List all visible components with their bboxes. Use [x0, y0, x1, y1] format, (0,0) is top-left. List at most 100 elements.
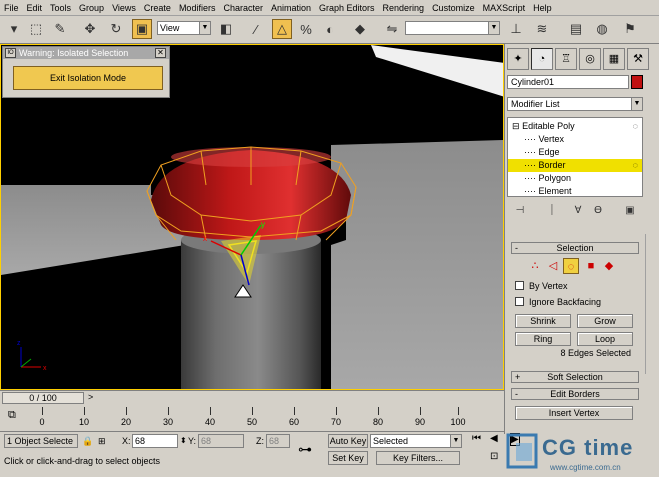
- edit-borders-rollout-header[interactable]: - Edit Borders: [511, 388, 639, 400]
- render-icon[interactable]: ⚑: [620, 19, 640, 39]
- menu-modifiers[interactable]: Modifiers: [175, 3, 220, 13]
- key-mode-select[interactable]: Selected ▼: [370, 434, 462, 448]
- make-unique-icon[interactable]: ∀: [571, 204, 585, 218]
- configure-sets-icon[interactable]: ▣: [623, 204, 637, 218]
- menu-views[interactable]: Views: [108, 3, 140, 13]
- tick-label: 20: [120, 417, 132, 427]
- menu-create[interactable]: Create: [140, 3, 175, 13]
- percent-snap-icon[interactable]: %: [296, 19, 316, 39]
- command-panel-scrollbar[interactable]: [645, 234, 653, 374]
- grow-button[interactable]: Grow: [577, 314, 633, 328]
- tree-line-icon: ····: [524, 147, 536, 157]
- insert-vertex-button[interactable]: Insert Vertex: [515, 406, 633, 420]
- utilities-tab-icon[interactable]: ⚒: [627, 48, 649, 70]
- set-key-button[interactable]: Set Key: [328, 451, 368, 465]
- key-mode-value: Selected: [373, 436, 409, 446]
- select-link-icon[interactable]: ✎: [50, 19, 70, 39]
- pin-stack-icon[interactable]: ⊣: [513, 204, 527, 218]
- select-object-icon[interactable]: ⬚: [26, 19, 46, 39]
- element-mode-icon[interactable]: ◆: [601, 258, 617, 274]
- checkbox-box[interactable]: [515, 297, 524, 306]
- modify-tab-icon[interactable]: ◔: [531, 48, 553, 70]
- align-icon[interactable]: ⊥: [506, 19, 526, 39]
- hierarchy-tab-icon[interactable]: ♖: [555, 48, 577, 70]
- z-coordinate-field[interactable]: 68: [266, 434, 290, 448]
- dialog-title-bar[interactable]: IO Warning: Isolated Selection ✕: [3, 47, 169, 59]
- stack-item-border[interactable]: ···· Border ◌: [508, 159, 642, 172]
- motion-tab-icon[interactable]: ◎: [579, 48, 601, 70]
- snap-icon[interactable]: ∕: [246, 19, 266, 39]
- lock-icon[interactable]: 🔒: [82, 434, 93, 448]
- ring-button[interactable]: Ring: [515, 332, 571, 346]
- checkbox-box[interactable]: [515, 281, 524, 290]
- border-mode-icon[interactable]: ◌: [563, 258, 579, 274]
- show-end-result-icon[interactable]: ⏐: [545, 204, 559, 218]
- menu-rendering[interactable]: Rendering: [379, 3, 429, 13]
- named-selection-select[interactable]: ▼: [405, 21, 500, 35]
- modifier-list-select[interactable]: Modifier List ▼: [507, 97, 643, 111]
- track-bar[interactable]: ⧉ 0 10 20 30 40 50 60 70 80 90 100: [0, 405, 504, 431]
- stack-item-vertex[interactable]: ···· Vertex: [508, 133, 642, 146]
- selection-rollout-header[interactable]: - Selection: [511, 242, 639, 254]
- selection-info: 8 Edges Selected: [560, 348, 631, 358]
- floor-plane-right: [331, 140, 503, 389]
- collapse-icon[interactable]: ⊟: [512, 121, 520, 131]
- polygon-mode-icon[interactable]: ■: [583, 258, 599, 274]
- angle-snap-icon[interactable]: △: [272, 19, 292, 39]
- auto-key-button[interactable]: Auto Key: [328, 434, 368, 448]
- menu-customize[interactable]: Customize: [428, 3, 479, 13]
- loop-button[interactable]: Loop: [577, 332, 633, 346]
- stack-item-polygon[interactable]: ···· Polygon: [508, 172, 642, 185]
- select-filter-icon[interactable]: ▾: [4, 19, 24, 39]
- move-icon[interactable]: ✥: [80, 19, 100, 39]
- pivot-icon[interactable]: ◧: [216, 19, 236, 39]
- menu-edit[interactable]: Edit: [23, 3, 47, 13]
- edge-mode-icon[interactable]: ◁: [545, 258, 561, 274]
- remove-modifier-icon[interactable]: Ɵ: [591, 204, 605, 218]
- time-next-icon[interactable]: >: [88, 392, 93, 402]
- menu-tools[interactable]: Tools: [46, 3, 75, 13]
- material-editor-icon[interactable]: ◍: [592, 19, 612, 39]
- rotate-icon[interactable]: ↻: [106, 19, 126, 39]
- soft-selection-rollout-header[interactable]: + Soft Selection: [511, 371, 639, 383]
- create-tab-icon[interactable]: ✦: [507, 48, 529, 70]
- reference-coordinate-select[interactable]: View ▼: [157, 21, 211, 35]
- selection-count: 1 Object Selecte: [4, 434, 78, 448]
- menu-character[interactable]: Character: [219, 3, 267, 13]
- named-selection-icon[interactable]: ◆: [350, 19, 370, 39]
- key-filters-button[interactable]: Key Filters...: [376, 451, 460, 465]
- ignore-backfacing-checkbox[interactable]: Ignore Backfacing: [515, 296, 625, 308]
- track-bar-icon[interactable]: ⧉: [8, 409, 16, 422]
- menu-graph-editors[interactable]: Graph Editors: [315, 3, 379, 13]
- absolute-mode-icon[interactable]: ⊞: [98, 434, 106, 448]
- close-icon[interactable]: ✕: [155, 48, 166, 58]
- spinner-icon[interactable]: ⬍: [180, 434, 187, 448]
- dialog-app-icon: IO: [5, 48, 16, 58]
- key-icon[interactable]: ⊶: [298, 442, 312, 456]
- light-bulb-icon[interactable]: ◌: [633, 120, 638, 133]
- object-name-field[interactable]: Cylinder01: [507, 75, 629, 89]
- time-slider[interactable]: 0 / 100: [2, 392, 84, 404]
- spinner-snap-icon[interactable]: ◐: [320, 19, 340, 39]
- display-tab-icon[interactable]: ▦: [603, 48, 625, 70]
- x-coordinate-field[interactable]: 68: [132, 434, 178, 448]
- shrink-button[interactable]: Shrink: [515, 314, 571, 328]
- scale-icon[interactable]: ▣: [132, 19, 152, 39]
- curve-editor-icon[interactable]: ≋: [532, 19, 552, 39]
- menu-file[interactable]: File: [0, 3, 23, 13]
- stack-item-edge[interactable]: ···· Edge: [508, 146, 642, 159]
- menu-help[interactable]: Help: [529, 3, 556, 13]
- menu-maxscript[interactable]: MAXScript: [479, 3, 530, 13]
- by-vertex-checkbox[interactable]: By Vertex: [515, 280, 625, 292]
- vertex-mode-icon[interactable]: ∴: [527, 258, 543, 274]
- tick-label: 40: [204, 417, 216, 427]
- stack-item-editable-poly[interactable]: ⊟ Editable Poly ◌: [508, 120, 642, 133]
- mirror-icon[interactable]: ⇋: [382, 19, 402, 39]
- y-coordinate-field[interactable]: 68: [198, 434, 244, 448]
- exit-isolation-button[interactable]: Exit Isolation Mode: [13, 66, 163, 90]
- layer-manager-icon[interactable]: ▤: [566, 19, 586, 39]
- object-color-swatch[interactable]: [631, 75, 643, 89]
- menu-animation[interactable]: Animation: [267, 3, 315, 13]
- menu-group[interactable]: Group: [75, 3, 108, 13]
- stack-item-element[interactable]: ···· Element: [508, 185, 642, 198]
